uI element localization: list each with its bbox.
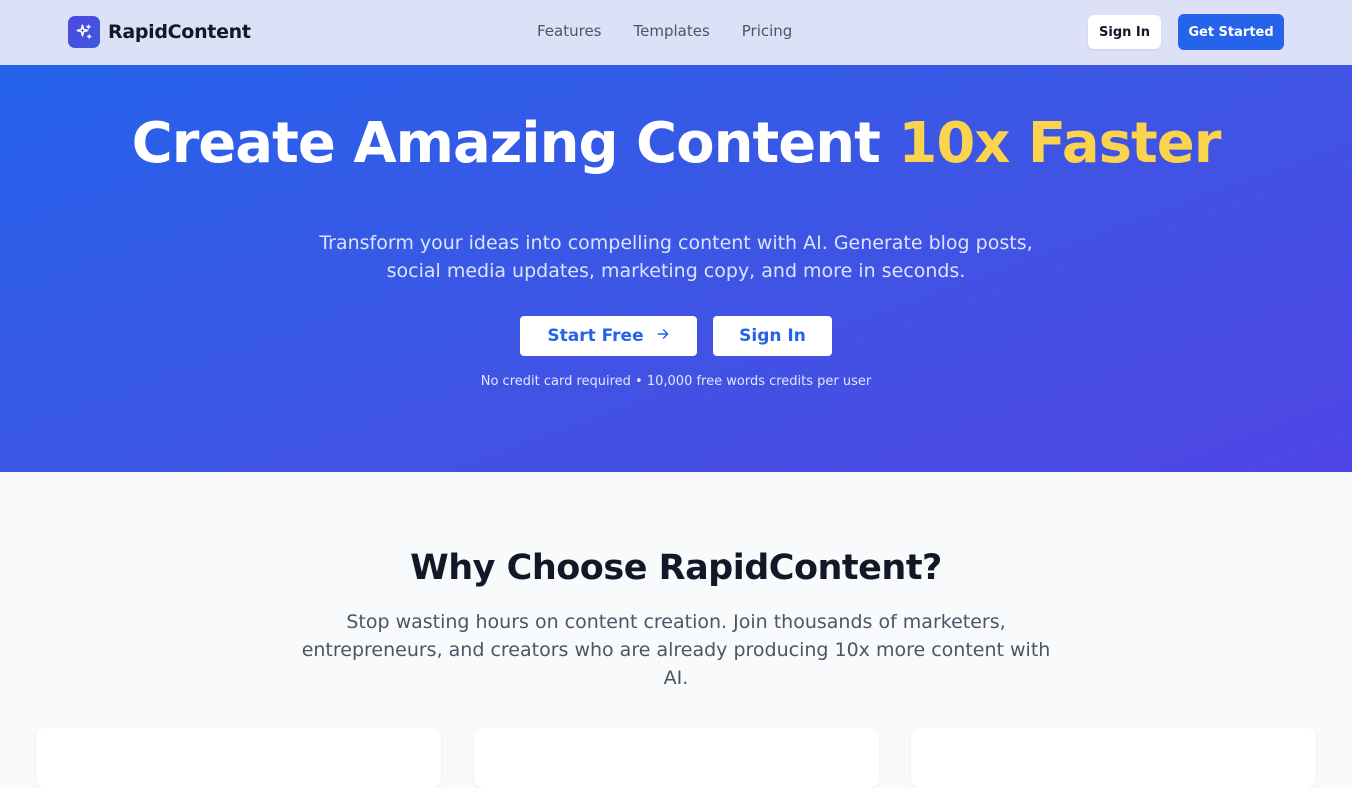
sparkles-icon bbox=[68, 16, 100, 48]
brand-name: RapidContent bbox=[108, 21, 251, 43]
hero-title: Create Amazing Content 10x Faster bbox=[0, 109, 1352, 179]
start-free-label: Start Free bbox=[547, 326, 644, 346]
why-subtitle: Stop wasting hours on content creation. … bbox=[301, 611, 1051, 689]
header-sign-in-button[interactable]: Sign In bbox=[1088, 15, 1161, 49]
nav-link-features[interactable]: Features bbox=[537, 22, 602, 40]
hero-section: Create Amazing Content 10x Faster Transf… bbox=[0, 65, 1352, 472]
hero-sign-in-button[interactable]: Sign In bbox=[713, 316, 832, 356]
arrow-right-icon bbox=[656, 326, 670, 346]
why-title: Why Choose RapidContent? bbox=[410, 548, 942, 588]
hero-title-main: Create Amazing Content bbox=[131, 111, 899, 176]
nav-link-pricing[interactable]: Pricing bbox=[742, 22, 793, 40]
start-free-button[interactable]: Start Free bbox=[520, 316, 697, 356]
hero-title-accent: 10x Faster bbox=[898, 111, 1221, 176]
feature-card bbox=[36, 728, 441, 788]
brand-logo[interactable]: RapidContent bbox=[68, 16, 251, 48]
main-nav: Features Templates Pricing bbox=[537, 22, 792, 40]
feature-card bbox=[474, 728, 879, 788]
header-get-started-button[interactable]: Get Started bbox=[1178, 14, 1284, 50]
feature-card bbox=[911, 728, 1316, 788]
hero-subtitle: Transform your ideas into compelling con… bbox=[319, 232, 1033, 282]
nav-link-templates[interactable]: Templates bbox=[634, 22, 710, 40]
hero-note: No credit card required • 10,000 free wo… bbox=[480, 374, 872, 389]
top-navigation: RapidContent Features Templates Pricing … bbox=[0, 0, 1352, 65]
